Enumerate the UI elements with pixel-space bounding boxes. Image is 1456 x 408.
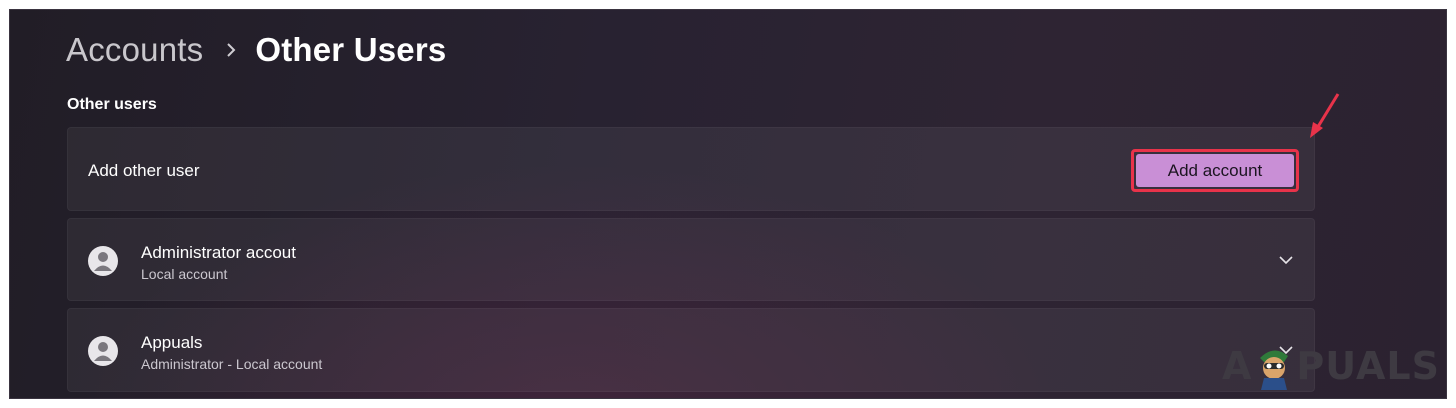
watermark-text-left: A <box>1222 344 1253 388</box>
appuals-watermark: A PUALS <box>1222 342 1440 390</box>
user-row-administrator[interactable]: Administrator accout Local account <box>67 218 1315 301</box>
user-account-type: Local account <box>141 266 228 282</box>
watermark-text-right: PUALS <box>1296 344 1440 388</box>
chevron-down-icon[interactable] <box>1276 250 1296 270</box>
highlight-box: Add account <box>1131 149 1299 192</box>
add-other-user-label: Add other user <box>88 161 200 180</box>
settings-window: Accounts Other Users Other users Add oth… <box>9 9 1447 399</box>
page-title: Other Users <box>255 31 447 68</box>
chevron-right-icon <box>225 42 237 58</box>
user-name: Appuals <box>141 333 203 352</box>
mascot-logo-icon <box>1254 342 1294 390</box>
user-avatar-icon <box>88 246 118 276</box>
section-title: Other users <box>67 96 157 113</box>
user-row-appuals[interactable]: Appuals Administrator - Local account <box>67 308 1315 392</box>
annotation-arrow-icon <box>1302 92 1342 147</box>
breadcrumb-accounts-link[interactable]: Accounts <box>66 31 203 69</box>
user-account-type: Administrator - Local account <box>141 356 323 372</box>
breadcrumb: Accounts Other Users <box>66 28 446 72</box>
user-avatar-icon <box>88 336 118 366</box>
add-account-button[interactable]: Add account <box>1136 154 1294 187</box>
user-name: Administrator accout <box>141 243 296 262</box>
add-other-user-card: Add other user Add account <box>67 127 1315 211</box>
